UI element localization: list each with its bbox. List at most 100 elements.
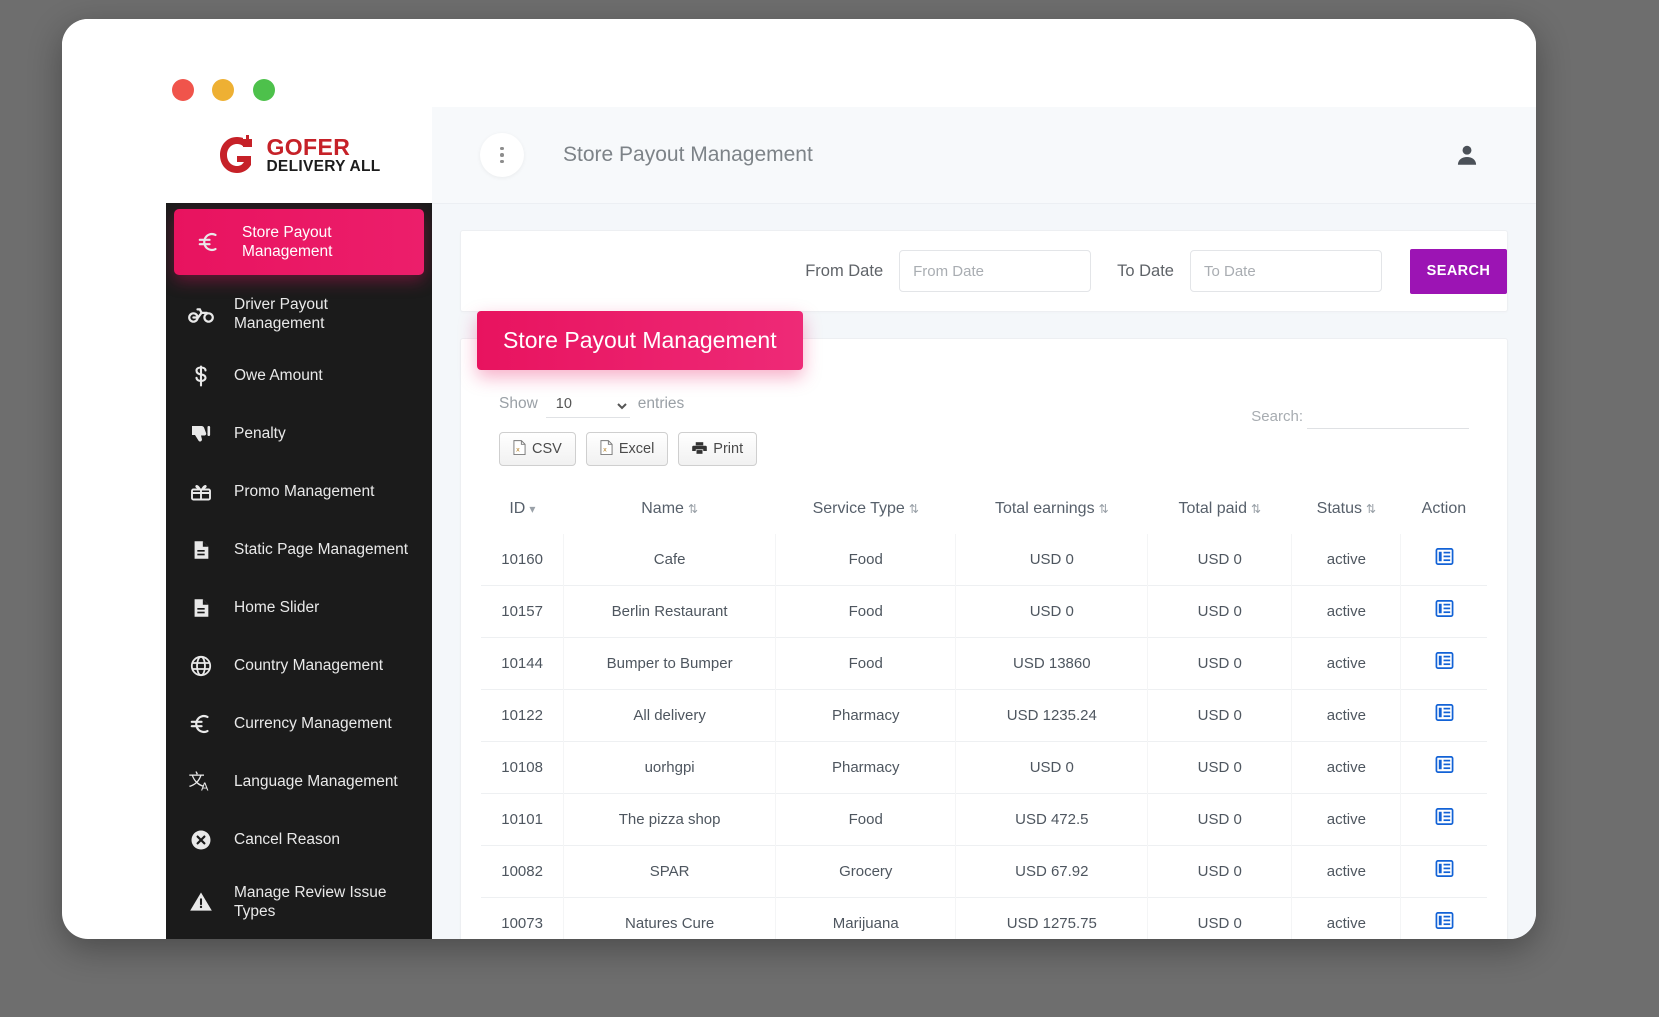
globe-icon bbox=[184, 649, 218, 683]
table-search-input[interactable] bbox=[1307, 403, 1469, 429]
window-titlebar bbox=[62, 19, 1536, 107]
row-cell-name: Bumper to Bumper bbox=[563, 637, 776, 690]
sidebar-item-label: Owe Amount bbox=[234, 367, 323, 385]
row-cell-total-earnings: USD 13860 bbox=[955, 637, 1148, 690]
row-cell-total-earnings: USD 0 bbox=[955, 585, 1148, 638]
print-button[interactable]: Print bbox=[678, 432, 758, 466]
sidebar-item-label: Penalty bbox=[234, 425, 286, 443]
sidebar-item-penalty[interactable]: Penalty bbox=[166, 405, 432, 463]
sidebar-item-promo-management[interactable]: Promo Management bbox=[166, 463, 432, 521]
brand-logo[interactable]: GOFER DELIVERY ALL bbox=[166, 107, 432, 203]
svg-text:x: x bbox=[516, 446, 520, 454]
window-minimize-button[interactable] bbox=[212, 79, 234, 101]
document-icon bbox=[184, 533, 218, 567]
list-detail-icon[interactable] bbox=[1435, 548, 1454, 571]
row-cell-service-type: Marijuana bbox=[775, 897, 956, 939]
list-detail-icon[interactable] bbox=[1435, 808, 1454, 831]
table-row: 10144 Bumper to Bumper Food USD 13860 USD 0a… bbox=[481, 637, 1487, 690]
gift-icon bbox=[184, 475, 218, 509]
table-header-row: ID ▾ Name ⇅ Service Type ⇅ Total earnings ⇅ … bbox=[481, 488, 1487, 534]
sidebar-item-manage-review-issue-types[interactable]: Manage Review Issue Types bbox=[166, 869, 432, 935]
sort-both-icon: ⇅ bbox=[1366, 502, 1377, 516]
table-header: ID ▾ Name ⇅ Service Type ⇅ Total earnings ⇅ … bbox=[481, 488, 1487, 534]
column-label: Total paid bbox=[1178, 500, 1247, 517]
from-date-input[interactable] bbox=[899, 250, 1092, 292]
sidebar-item-label: Currency Management bbox=[234, 715, 392, 733]
window-maximize-button[interactable] bbox=[253, 79, 275, 101]
sidebar-item-label: Static Page Management bbox=[234, 541, 409, 559]
table-row: 10157 Berlin Restaurant Food USD 0 USD 0 acti… bbox=[481, 585, 1487, 638]
row-cell-action bbox=[1400, 637, 1487, 690]
sidebar-item-label: Language Management bbox=[234, 773, 398, 791]
table-controls: Show 10 entries x CSV x Excel Print Sear… bbox=[481, 395, 1487, 466]
window-close-button[interactable] bbox=[172, 79, 194, 101]
warning-triangle-icon bbox=[184, 885, 218, 919]
list-detail-icon[interactable] bbox=[1435, 652, 1454, 675]
export-excel-button[interactable]: x Excel bbox=[585, 432, 669, 466]
row-cell-total-paid: USD 0 bbox=[1147, 637, 1292, 690]
date-filter-card: From Date To Date SEARCH bbox=[460, 230, 1508, 312]
list-detail-icon[interactable] bbox=[1435, 756, 1454, 779]
euro-icon bbox=[192, 225, 226, 259]
row-cell-id: 10160 bbox=[501, 551, 543, 568]
column-label: Name bbox=[641, 500, 684, 517]
page-title: Store Payout Management bbox=[563, 143, 813, 166]
column-label: Total earnings bbox=[994, 500, 1095, 517]
row-cell-status: active bbox=[1291, 534, 1401, 586]
list-detail-icon[interactable] bbox=[1435, 704, 1454, 727]
list-detail-icon[interactable] bbox=[1435, 860, 1454, 883]
to-date-input[interactable] bbox=[1190, 250, 1382, 292]
sidebar-item-label: Driver Payout Management bbox=[234, 295, 328, 332]
row-cell-status: active bbox=[1291, 637, 1401, 690]
row-cell-id: 10082 bbox=[481, 845, 564, 898]
row-cell-total-earnings: USD 67.92 bbox=[955, 845, 1148, 898]
column-header-service-type[interactable]: Service Type ⇅ bbox=[776, 488, 956, 534]
sidebar-item-owe-amount[interactable]: Owe Amount bbox=[166, 347, 432, 405]
column-label: Service Type bbox=[812, 500, 905, 517]
row-cell-total-earnings: USD 1275.75 bbox=[955, 897, 1148, 939]
row-cell-total-earnings: USD 0 bbox=[955, 741, 1148, 794]
row-cell-status: active bbox=[1291, 689, 1401, 742]
column-label: Action bbox=[1421, 500, 1467, 517]
export-button-label: Print bbox=[713, 441, 744, 457]
show-entries-prefix: Show bbox=[499, 395, 538, 412]
column-header-name[interactable]: Name ⇅ bbox=[564, 488, 776, 534]
translate-icon: 文A bbox=[184, 765, 218, 799]
sidebar-item-driver-payout-management[interactable]: Driver Payout Management bbox=[166, 281, 432, 347]
column-header-total-earnings[interactable]: Total earnings ⇅ bbox=[956, 488, 1148, 534]
column-header-status[interactable]: Status ⇅ bbox=[1292, 488, 1401, 534]
row-cell-status: active bbox=[1291, 897, 1401, 939]
export-buttons-group: x CSV x Excel Print bbox=[499, 432, 758, 466]
svg-text:A: A bbox=[201, 781, 209, 794]
store-payout-table-card: Store Payout Management Show 10 entries bbox=[460, 311, 1508, 939]
sort-both-icon: ⇅ bbox=[1098, 502, 1109, 516]
table-search-label: Search: bbox=[1251, 407, 1303, 425]
column-header-id[interactable]: ID ▾ bbox=[481, 488, 564, 534]
kebab-menu-icon[interactable] bbox=[480, 133, 524, 177]
column-header-total-paid[interactable]: Total paid ⇅ bbox=[1148, 488, 1292, 534]
user-icon[interactable] bbox=[1454, 142, 1480, 168]
row-cell-total-earnings: USD 0 bbox=[955, 534, 1148, 586]
list-detail-icon[interactable] bbox=[1435, 912, 1454, 935]
sidebar-item-country-management[interactable]: Country Management bbox=[166, 637, 432, 695]
show-entries-suffix: entries bbox=[637, 395, 685, 412]
sidebar-item-store-payout-management[interactable]: Store Payout Management bbox=[174, 209, 424, 275]
row-cell-service-type: Pharmacy bbox=[775, 741, 956, 794]
card-title-badge: Store Payout Management bbox=[477, 311, 803, 370]
row-cell-status: active bbox=[1291, 585, 1401, 638]
sidebar-nav: Store Payout Management Driver Payout Ma… bbox=[166, 203, 432, 939]
column-label: Status bbox=[1316, 500, 1362, 517]
document-icon bbox=[184, 591, 218, 625]
sidebar-item-static-page-management[interactable]: Static Page Management bbox=[166, 521, 432, 579]
export-csv-button[interactable]: x CSV bbox=[499, 432, 576, 466]
search-button[interactable]: SEARCH bbox=[1410, 248, 1507, 294]
entries-length-select[interactable]: 10 bbox=[545, 395, 630, 418]
table-row: 10073 Natures Cure Marijuana USD 1275.75 USD… bbox=[481, 897, 1487, 939]
sidebar-item-home-slider[interactable]: Home Slider bbox=[166, 579, 432, 637]
gofer-logo-icon bbox=[217, 134, 257, 176]
brand-tagline: DELIVERY ALL bbox=[266, 157, 381, 175]
sidebar-item-language-management[interactable]: 文A Language Management bbox=[166, 753, 432, 811]
sidebar-item-cancel-reason[interactable]: Cancel Reason bbox=[166, 811, 432, 869]
list-detail-icon[interactable] bbox=[1435, 600, 1454, 623]
sidebar-item-currency-management[interactable]: Currency Management bbox=[166, 695, 432, 753]
